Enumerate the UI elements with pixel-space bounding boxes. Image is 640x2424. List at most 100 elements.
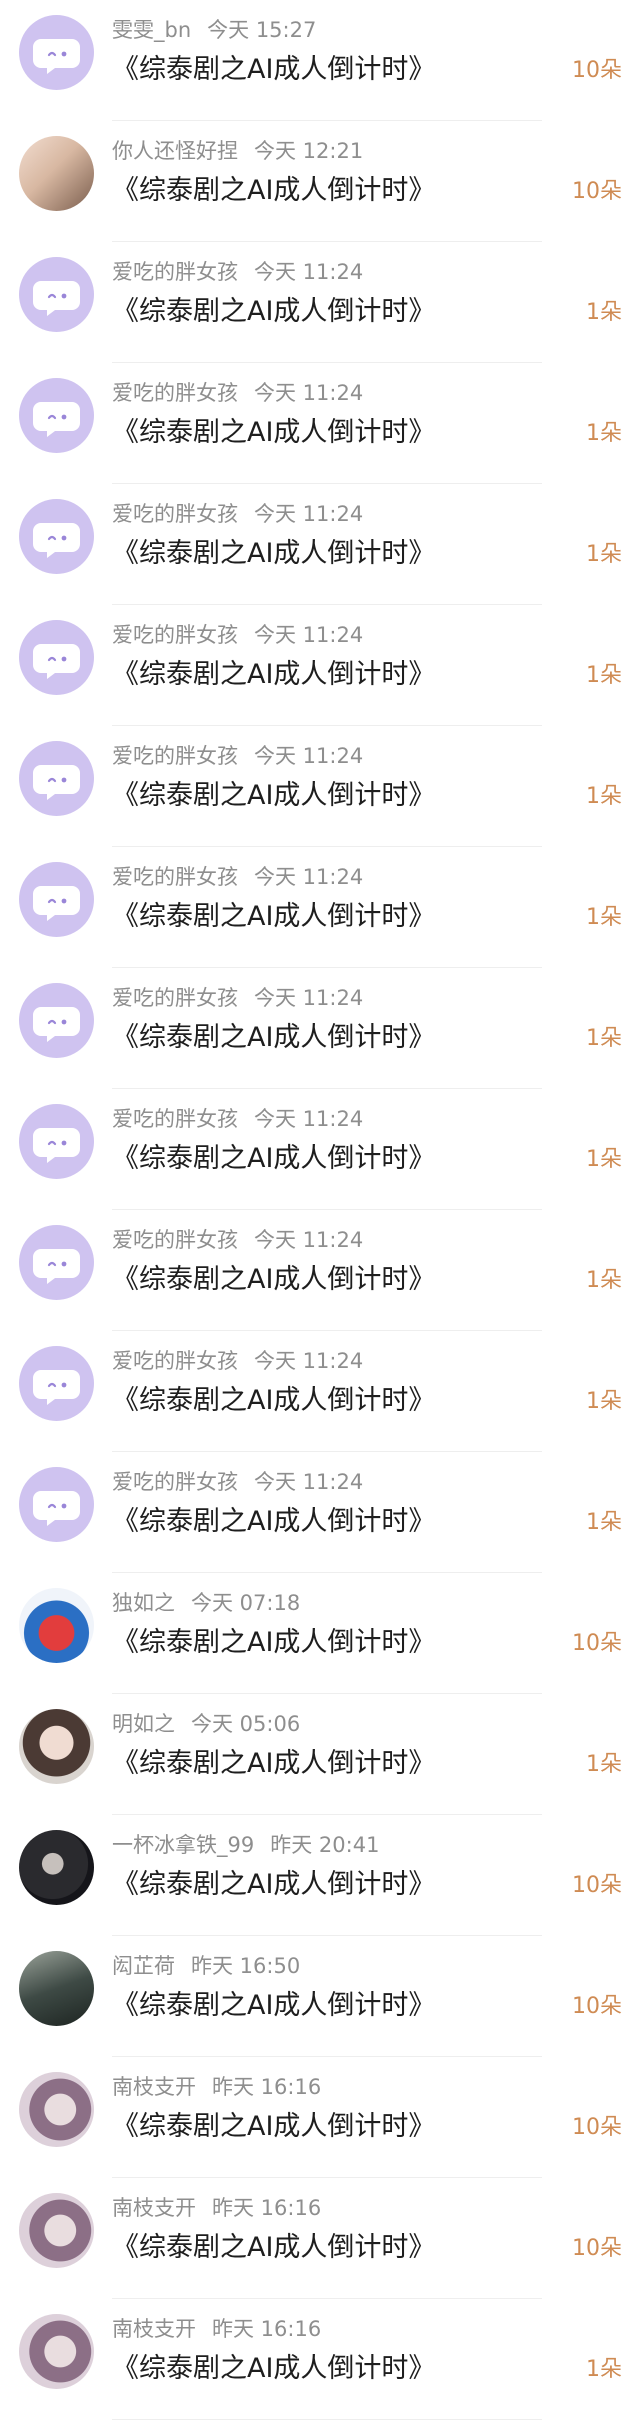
timestamp: 昨天 16:16: [212, 2317, 322, 2341]
row-meta: 爱吃的胖女孩 今天 11:24: [112, 1347, 363, 1375]
list-item[interactable]: 爱吃的胖女孩 今天 11:24 《综泰剧之AI成人倒计时》 1朵: [0, 847, 640, 968]
user-name[interactable]: 南枝支开: [112, 2196, 196, 2220]
chat-bubble-icon[interactable]: [19, 620, 94, 695]
avatar[interactable]: [19, 1830, 94, 1905]
user-name[interactable]: 爱吃的胖女孩: [112, 260, 238, 284]
timestamp: 今天 11:24: [254, 623, 364, 647]
chat-bubble-icon[interactable]: [19, 862, 94, 937]
gift-amount: 1朵: [586, 300, 622, 325]
list-item[interactable]: 闳芷荷 昨天 16:50 《综泰剧之AI成人倒计时》 10朵: [0, 1936, 640, 2057]
user-name[interactable]: 爱吃的胖女孩: [112, 1349, 238, 1373]
list-item[interactable]: 你人还怪好捏 今天 12:21 《综泰剧之AI成人倒计时》 10朵: [0, 121, 640, 242]
timestamp: 今天 15:27: [207, 18, 317, 42]
timestamp: 昨天 16:50: [191, 1954, 301, 1978]
chat-bubble-icon[interactable]: [19, 378, 94, 453]
row-meta: 南枝支开 昨天 16:16: [112, 2073, 321, 2101]
user-name[interactable]: 一杯冰拿铁_99: [112, 1833, 254, 1857]
gift-amount: 10朵: [572, 2115, 622, 2140]
work-title: 《综泰剧之AI成人倒计时》: [112, 1022, 436, 1053]
row-divider: [112, 2419, 542, 2420]
list-item[interactable]: 爱吃的胖女孩 今天 11:24 《综泰剧之AI成人倒计时》 1朵: [0, 1331, 640, 1452]
user-name[interactable]: 独如之: [112, 1591, 175, 1615]
user-name[interactable]: 爱吃的胖女孩: [112, 502, 238, 526]
list-item[interactable]: 雯雯_bn 今天 15:27 《综泰剧之AI成人倒计时》 10朵: [0, 0, 640, 121]
work-title: 《综泰剧之AI成人倒计时》: [112, 1748, 436, 1779]
row-meta: 南枝支开 昨天 16:16: [112, 2194, 321, 2222]
list-item[interactable]: 南枝支开 昨天 16:16 《综泰剧之AI成人倒计时》 1朵: [0, 2299, 640, 2420]
chat-bubble-icon[interactable]: [19, 983, 94, 1058]
timestamp: 今天 11:24: [254, 502, 364, 526]
chat-bubble-icon[interactable]: [19, 257, 94, 332]
timestamp: 今天 11:24: [254, 1349, 364, 1373]
chat-bubble-icon[interactable]: [19, 1467, 94, 1542]
gift-amount: 10朵: [572, 2236, 622, 2261]
chat-bubble-icon[interactable]: [19, 741, 94, 816]
user-name[interactable]: 你人还怪好捏: [112, 139, 238, 163]
chat-bubble-icon[interactable]: [19, 1225, 94, 1300]
timestamp: 今天 11:24: [254, 986, 364, 1010]
work-title: 《综泰剧之AI成人倒计时》: [112, 296, 436, 327]
avatar[interactable]: [19, 1951, 94, 2026]
user-name[interactable]: 爱吃的胖女孩: [112, 865, 238, 889]
user-name[interactable]: 明如之: [112, 1712, 175, 1736]
user-name[interactable]: 闳芷荷: [112, 1954, 175, 1978]
list-item[interactable]: 爱吃的胖女孩 今天 11:24 《综泰剧之AI成人倒计时》 1朵: [0, 242, 640, 363]
list-item[interactable]: 爱吃的胖女孩 今天 11:24 《综泰剧之AI成人倒计时》 1朵: [0, 605, 640, 726]
work-title: 《综泰剧之AI成人倒计时》: [112, 901, 436, 932]
list-item[interactable]: 明如之 今天 05:06 《综泰剧之AI成人倒计时》 1朵: [0, 1694, 640, 1815]
user-name[interactable]: 爱吃的胖女孩: [112, 744, 238, 768]
work-title: 《综泰剧之AI成人倒计时》: [112, 1264, 436, 1295]
user-name[interactable]: 爱吃的胖女孩: [112, 1470, 238, 1494]
gift-amount: 1朵: [586, 2357, 622, 2382]
timestamp: 今天 11:24: [254, 1228, 364, 1252]
gift-amount: 1朵: [586, 784, 622, 809]
list-item[interactable]: 爱吃的胖女孩 今天 11:24 《综泰剧之AI成人倒计时》 1朵: [0, 1452, 640, 1573]
gift-amount: 1朵: [586, 421, 622, 446]
work-title: 《综泰剧之AI成人倒计时》: [112, 780, 436, 811]
timestamp: 今天 12:21: [254, 139, 364, 163]
avatar[interactable]: [19, 2193, 94, 2268]
timestamp: 昨天 16:16: [212, 2075, 322, 2099]
row-meta: 明如之 今天 05:06: [112, 1710, 300, 1738]
chat-bubble-icon[interactable]: [19, 1346, 94, 1421]
timestamp: 今天 11:24: [254, 260, 364, 284]
list-item[interactable]: 南枝支开 昨天 16:16 《综泰剧之AI成人倒计时》 10朵: [0, 2057, 640, 2178]
row-meta: 独如之 今天 07:18: [112, 1589, 300, 1617]
gift-amount: 10朵: [572, 58, 622, 83]
row-meta: 爱吃的胖女孩 今天 11:24: [112, 863, 363, 891]
list-item[interactable]: 爱吃的胖女孩 今天 11:24 《综泰剧之AI成人倒计时》 1朵: [0, 968, 640, 1089]
avatar[interactable]: [19, 2072, 94, 2147]
user-name[interactable]: 南枝支开: [112, 2317, 196, 2341]
list-item[interactable]: 爱吃的胖女孩 今天 11:24 《综泰剧之AI成人倒计时》 1朵: [0, 484, 640, 605]
list-item[interactable]: 南枝支开 昨天 16:16 《综泰剧之AI成人倒计时》 10朵: [0, 2178, 640, 2299]
list-item[interactable]: 爱吃的胖女孩 今天 11:24 《综泰剧之AI成人倒计时》 1朵: [0, 363, 640, 484]
avatar[interactable]: [19, 2314, 94, 2389]
user-name[interactable]: 爱吃的胖女孩: [112, 623, 238, 647]
gift-amount: 10朵: [572, 179, 622, 204]
user-name[interactable]: 南枝支开: [112, 2075, 196, 2099]
avatar[interactable]: [19, 1709, 94, 1784]
chat-bubble-icon[interactable]: [19, 1104, 94, 1179]
work-title: 《综泰剧之AI成人倒计时》: [112, 1143, 436, 1174]
user-name[interactable]: 爱吃的胖女孩: [112, 1228, 238, 1252]
timestamp: 昨天 20:41: [270, 1833, 380, 1857]
list-item[interactable]: 独如之 今天 07:18 《综泰剧之AI成人倒计时》 10朵: [0, 1573, 640, 1694]
user-name[interactable]: 雯雯_bn: [112, 18, 191, 42]
work-title: 《综泰剧之AI成人倒计时》: [112, 1385, 436, 1416]
list-item[interactable]: 爱吃的胖女孩 今天 11:24 《综泰剧之AI成人倒计时》 1朵: [0, 1210, 640, 1331]
timestamp: 今天 11:24: [254, 381, 364, 405]
avatar[interactable]: [19, 136, 94, 211]
user-name[interactable]: 爱吃的胖女孩: [112, 986, 238, 1010]
list-item[interactable]: 爱吃的胖女孩 今天 11:24 《综泰剧之AI成人倒计时》 1朵: [0, 1089, 640, 1210]
user-name[interactable]: 爱吃的胖女孩: [112, 381, 238, 405]
chat-bubble-icon[interactable]: [19, 15, 94, 90]
row-meta: 爱吃的胖女孩 今天 11:24: [112, 258, 363, 286]
gift-amount: 10朵: [572, 1631, 622, 1656]
list-item[interactable]: 爱吃的胖女孩 今天 11:24 《综泰剧之AI成人倒计时》 1朵: [0, 726, 640, 847]
row-meta: 爱吃的胖女孩 今天 11:24: [112, 379, 363, 407]
chat-bubble-icon[interactable]: [19, 499, 94, 574]
avatar[interactable]: [19, 1588, 94, 1663]
user-name[interactable]: 爱吃的胖女孩: [112, 1107, 238, 1131]
gift-amount: 1朵: [586, 1026, 622, 1051]
list-item[interactable]: 一杯冰拿铁_99 昨天 20:41 《综泰剧之AI成人倒计时》 10朵: [0, 1815, 640, 1936]
